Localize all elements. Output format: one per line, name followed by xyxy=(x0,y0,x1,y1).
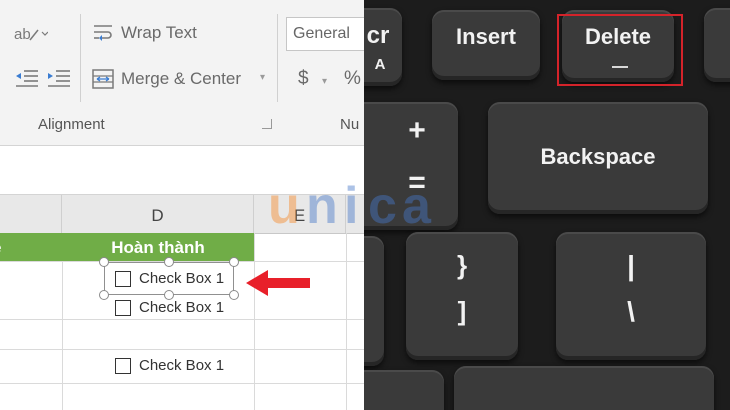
header-cell-d[interactable]: Hoàn thành xyxy=(62,233,254,261)
merge-dropdown-icon[interactable]: ▾ xyxy=(260,72,265,83)
key-partial xyxy=(364,236,384,366)
watermark-letter: u xyxy=(268,177,300,235)
ribbon: ab Wrap Text Merge & Center ▾ General $ … xyxy=(0,0,364,146)
watermark-letter: i xyxy=(344,177,359,235)
key-print-screen: cr A xyxy=(364,8,402,86)
percent-format-button[interactable]: % xyxy=(344,68,361,90)
key-bracket-label: ] xyxy=(457,296,467,326)
resize-handle[interactable] xyxy=(99,257,109,267)
wrap-text-icon xyxy=(94,25,112,41)
key-insert-label: Insert xyxy=(456,24,516,49)
key-backslash: | \ xyxy=(556,232,706,360)
resize-handle[interactable] xyxy=(164,290,174,300)
unica-watermark-logo: u n i c a xyxy=(268,176,468,236)
column-header-c[interactable] xyxy=(0,195,62,233)
resize-handle[interactable] xyxy=(164,257,174,267)
key-partial xyxy=(364,370,444,410)
key-bracket: } ] xyxy=(406,232,518,360)
header-cell-c-text: e xyxy=(0,238,1,258)
orientation-icon[interactable]: ab xyxy=(14,24,49,47)
alignment-group-label: Alignment xyxy=(38,116,105,133)
key-plus-label: + xyxy=(408,114,426,147)
number-format-value: General xyxy=(293,25,350,42)
key-backspace-label: Backspace xyxy=(540,144,656,169)
header-cell-c[interactable]: e xyxy=(0,233,62,261)
key-partial xyxy=(704,8,730,82)
key-backspace: Backspace xyxy=(488,102,708,214)
delete-key-highlight xyxy=(557,14,683,86)
number-format-select[interactable]: General xyxy=(286,17,364,51)
check-box-label: Check Box 1 xyxy=(139,299,225,316)
svg-text:ab: ab xyxy=(14,26,31,43)
wrap-text-button[interactable]: Wrap Text xyxy=(90,20,210,46)
decrease-indent-icon[interactable] xyxy=(14,68,38,91)
composite-screenshot: ab Wrap Text Merge & Center ▾ General $ … xyxy=(0,0,730,410)
resize-handle[interactable] xyxy=(229,290,239,300)
column-header-d[interactable]: D xyxy=(62,195,254,233)
merge-center-label: Merge & Center xyxy=(121,69,241,88)
key-print-screen-label: cr xyxy=(366,22,390,49)
worksheet-grid[interactable]: e Hoàn thành xyxy=(0,233,364,410)
ribbon-separator xyxy=(277,14,278,102)
key-backslash-label: \ xyxy=(627,296,635,327)
watermark-letter: n xyxy=(306,177,338,235)
number-group-label: Nu xyxy=(340,116,360,133)
wrap-text-label: Wrap Text xyxy=(121,23,197,42)
check-box-3[interactable]: Check Box 1 xyxy=(115,356,235,378)
key-pipe-label: | xyxy=(627,250,635,281)
merge-center-button[interactable]: Merge & Center ▾ xyxy=(90,66,270,92)
watermark-letter: c xyxy=(368,177,397,235)
check-box-label: Check Box 1 xyxy=(139,357,225,374)
key-print-screen-sublabel: A xyxy=(374,56,386,73)
increase-indent-icon[interactable] xyxy=(46,68,70,91)
gridline xyxy=(0,349,364,350)
key-brace-label: } xyxy=(456,250,468,280)
alignment-dialog-launcher-icon[interactable] xyxy=(262,119,272,129)
gridline xyxy=(0,383,364,384)
key-partial xyxy=(454,366,714,410)
ribbon-separator xyxy=(80,14,81,102)
check-box-2[interactable]: Check Box 1 xyxy=(115,298,235,320)
watermark-letter: a xyxy=(402,177,431,235)
key-insert: Insert xyxy=(432,10,540,80)
currency-format-button[interactable]: $ xyxy=(298,68,309,90)
checkbox-icon xyxy=(115,300,131,316)
red-arrow-icon xyxy=(246,270,310,296)
checkbox-icon xyxy=(115,358,131,374)
resize-handle[interactable] xyxy=(99,290,109,300)
resize-handle[interactable] xyxy=(229,257,239,267)
merge-center-icon xyxy=(92,69,114,89)
currency-dropdown-icon[interactable]: ▾ xyxy=(322,76,327,87)
